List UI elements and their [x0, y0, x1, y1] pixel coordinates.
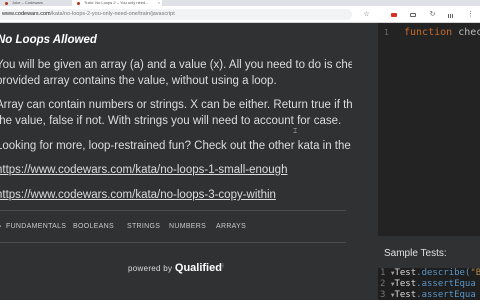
menu-icon[interactable]: [448, 14, 454, 18]
tag-booleans[interactable]: BOOLEANS: [73, 221, 114, 233]
tag-numbers[interactable]: NUMBERS: [169, 221, 206, 233]
kata-title: No Loops Allowed: [0, 34, 97, 46]
test-code-line: 2 ▼Test.assertEqua: [380, 279, 476, 290]
powered-by-label: powered by: [128, 264, 173, 273]
powered-by-qualified[interactable]: powered by Qualified⁝: [128, 262, 224, 274]
address-bar[interactable]: www.codewars.com/kata/no-loops-2-you-onl…: [0, 9, 352, 20]
window-icon[interactable]: [410, 13, 416, 17]
screen: Joke – Codewars Train: No Loops 2 – You …: [0, 0, 480, 300]
star-icon[interactable]: ☆: [362, 10, 371, 19]
code-object: Test: [394, 290, 417, 300]
codewars-favicon-icon: [5, 1, 8, 5]
url-domain: www.codewars.com: [2, 11, 51, 17]
code-string: "B: [470, 268, 480, 278]
browser-toolbar: www.codewars.com/kata/no-loops-2-you-onl…: [0, 6, 480, 23]
solution-editor[interactable]: 1 function check(a: [378, 23, 480, 236]
divider: [0, 242, 346, 243]
code-method: .assertEqua: [416, 279, 476, 289]
sample-tests-label: Sample Tests:: [384, 248, 447, 259]
code-method: .describe(: [416, 268, 471, 278]
code-line: function check(a: [404, 27, 480, 38]
sample-tests-editor[interactable]: 1 ▼Test.describe("B 2 ▼Test.assertEqua 3…: [378, 268, 480, 300]
code-object: Test: [394, 268, 417, 278]
description-paragraph: Looking for more, loop-restrained fun? C…: [0, 140, 388, 152]
kata-series-link[interactable]: https://www.codewars.com/kata/no-loops-3…: [0, 189, 276, 201]
url-path: /kata/no-loops-2-you-only-need-one/train…: [50, 11, 175, 17]
test-code-line: 3 ▼Test.assertEqua: [380, 290, 476, 300]
code-function-name: check(a: [458, 27, 480, 38]
qualified-mark-icon: ⁝: [221, 263, 225, 270]
codewars-favicon-icon: [77, 1, 80, 5]
line-number: 1: [380, 268, 386, 278]
line-number: 1: [384, 28, 389, 37]
divider: [0, 210, 346, 211]
code-method: .assertEqua: [416, 290, 476, 300]
tag-fundamentals[interactable]: FUNDAMENTALS: [6, 221, 66, 233]
qualified-logo: Qualified: [174, 262, 222, 274]
mouse-cursor-icon: ⌶: [293, 128, 298, 135]
kata-description-panel: No Loops Allowed You will be given an ar…: [0, 23, 435, 300]
sample-tests-header: Sample Tests:: [378, 236, 480, 268]
test-code-line: 1 ▼Test.describe("B: [380, 268, 480, 279]
kata-series-link[interactable]: https://www.codewars.com/kata/no-loops-1…: [0, 164, 287, 176]
extension-icon[interactable]: [391, 13, 397, 17]
chevron-right-icon: ❯: [0, 221, 2, 233]
tag-arrays[interactable]: ARRAYS: [216, 221, 246, 233]
tab-label: Joke – Codewars: [12, 0, 43, 5]
more-icon[interactable]: ⋮: [466, 10, 475, 19]
tag-strings[interactable]: STRINGS: [127, 221, 160, 233]
line-number: 3: [380, 290, 386, 300]
line-number: 2: [380, 279, 386, 289]
tab-label: Train: No Loops 2 – You only need...: [84, 0, 149, 5]
code-keyword: function: [404, 27, 453, 38]
code-object: Test: [394, 279, 417, 289]
panel-splitter[interactable]: [352, 23, 378, 300]
refresh-icon[interactable]: ↻: [428, 10, 437, 19]
